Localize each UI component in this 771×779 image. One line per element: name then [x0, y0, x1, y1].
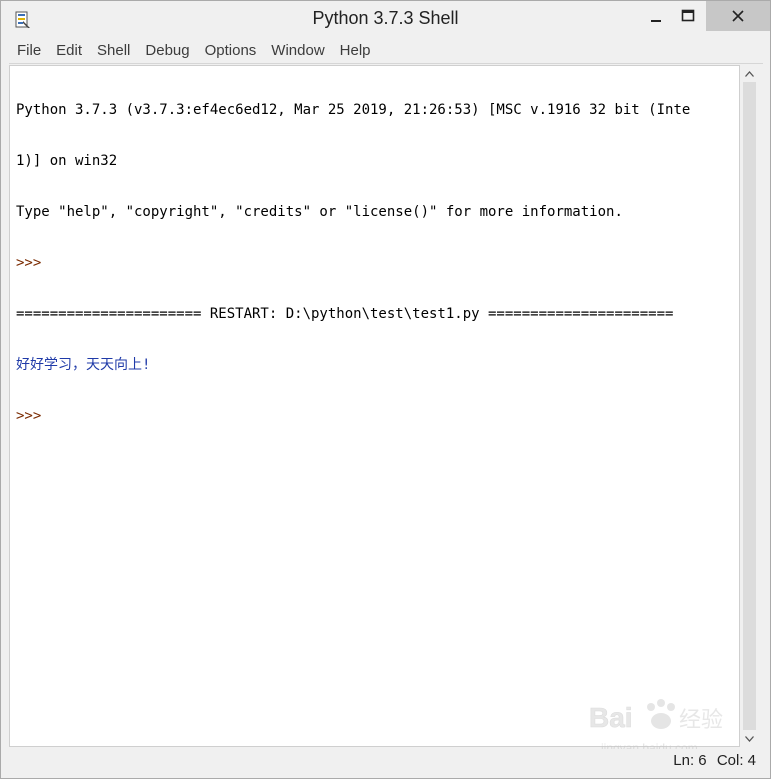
svg-text:经验: 经验 — [679, 708, 723, 733]
menu-shell[interactable]: Shell — [89, 39, 137, 63]
menu-bar: File Edit Shell Debug Options Window Hel… — [9, 39, 763, 64]
menu-window[interactable]: Window — [263, 39, 331, 63]
menu-file[interactable]: File — [9, 39, 48, 63]
idle-shell-window: Python 3.7.3 Shell File Edit Shell Debug… — [0, 0, 771, 779]
scroll-track[interactable] — [743, 82, 756, 730]
maximize-button[interactable] — [670, 1, 706, 31]
title-bar[interactable]: Python 3.7.3 Shell — [1, 1, 770, 39]
shell-prompt: >>> — [16, 255, 42, 271]
maximize-icon — [681, 9, 695, 22]
shell-line-banner-2: 1)] on win32 — [16, 153, 118, 169]
close-icon — [732, 10, 744, 22]
shell-line-banner-3: Type "help", "copyright", "credits" or "… — [16, 204, 623, 220]
shell-line-banner-1: Python 3.7.3 (v3.7.3:ef4ec6ed12, Mar 25 … — [16, 102, 691, 118]
shell-program-output: 好好学习，天天向上! — [16, 357, 151, 373]
minimize-icon — [651, 20, 661, 22]
status-line: Ln: 6 — [673, 752, 707, 769]
shell-prompt-current[interactable]: >>> — [16, 408, 690, 425]
scroll-up-button[interactable] — [741, 65, 758, 82]
baidu-watermark: Bai 经验 jingyan.baidu.com — [589, 693, 739, 755]
status-col: Col: 4 — [716, 752, 756, 769]
chevron-up-icon — [745, 70, 754, 77]
menu-debug[interactable]: Debug — [137, 39, 196, 63]
menu-options[interactable]: Options — [197, 39, 264, 63]
cursor-position: Ln: 6 Col: 4 — [667, 752, 756, 769]
close-button[interactable] — [706, 1, 770, 31]
minimize-button[interactable] — [638, 1, 674, 31]
status-bar: Ln: 6 Col: 4 — [1, 749, 770, 778]
chevron-down-icon — [745, 735, 754, 742]
vertical-scrollbar[interactable] — [741, 65, 758, 747]
shell-output: Python 3.7.3 (v3.7.3:ef4ec6ed12, Mar 25 … — [16, 68, 690, 459]
menu-help[interactable]: Help — [332, 39, 378, 63]
shell-text-area[interactable]: Python 3.7.3 (v3.7.3:ef4ec6ed12, Mar 25 … — [9, 65, 740, 747]
menu-edit[interactable]: Edit — [48, 39, 89, 63]
shell-restart-line: ====================== RESTART: D:\pytho… — [16, 306, 674, 322]
baidu-paw-logo: Bai 经验 — [589, 699, 723, 733]
watermark-logo-text: Bai — [589, 702, 633, 733]
scroll-down-button[interactable] — [741, 730, 758, 747]
